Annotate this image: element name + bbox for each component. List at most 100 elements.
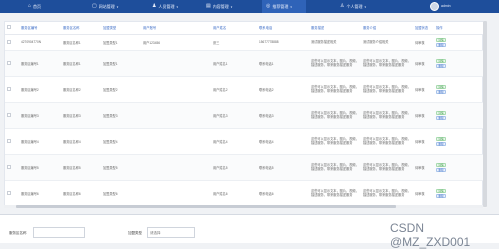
table-row: 服务区编号3 服务区名称3 加盟类型3 用户姓名3 联系电话3 这些可以显示文本，图片，视… xyxy=(5,102,484,129)
row-actions: 详情 删除 xyxy=(434,154,484,181)
delete-button[interactable]: 删除 xyxy=(436,193,446,198)
row-checkbox[interactable] xyxy=(5,128,19,155)
detail-button[interactable]: 详情 xyxy=(436,110,446,115)
table-cell: 加盟类型6 xyxy=(101,180,141,207)
table-cell: 服务区编号6 xyxy=(19,180,61,207)
table-cell xyxy=(141,154,211,181)
content-manage-icon: ▤ xyxy=(206,3,211,9)
table-row: 服务区编号5 服务区名称5 加盟类型5 用户姓名5 联系电话5 这些可以显示文本，图片，视… xyxy=(5,154,484,181)
row-checkbox[interactable] xyxy=(5,180,19,207)
table-cell: 联系电话1 xyxy=(257,50,309,77)
table-cell: 这些可以显示文本，图片，视频，描述服务，带来服务描述服务 xyxy=(309,154,361,181)
select-all-checkbox[interactable] xyxy=(5,22,19,35)
nav-item-home[interactable]: ⌂ 首页 xyxy=(24,0,54,13)
col-header: 服务区名称 xyxy=(61,22,101,35)
table-cell: 服务区编号5 xyxy=(19,154,61,181)
table-cell: 这些可以显示文本，图片，视频，描述服务，带来服务描述服务 xyxy=(361,102,413,129)
nav-item-label: 推荐管理 xyxy=(272,3,289,9)
table-cell: 这些可以显示文本，图片，视频，描述服务，带来服务描述服务 xyxy=(361,128,413,155)
table-cell: 15677778888 xyxy=(257,34,309,51)
table-cell: 服务区名称3 xyxy=(61,102,101,129)
table-row: 服务区编号2 服务区名称2 加盟类型2 用户姓名2 联系电话2 这些可以显示文本，图片，视… xyxy=(5,76,484,103)
col-header: 服务介绍 xyxy=(361,22,413,35)
table-cell: 服务区名称2 xyxy=(61,76,101,103)
row-checkbox[interactable] xyxy=(5,102,19,129)
table-row: 服务区编号4 服务区名称4 加盟类型4 用户姓名4 联系电话4 这些可以显示文本，图片，视… xyxy=(5,128,484,155)
table-cell: 加盟类型5 xyxy=(101,154,141,181)
table-cell: 待审核 xyxy=(413,180,434,207)
table-cell: 这些可以显示文本，图片，视频，描述服务，带来服务描述服务 xyxy=(309,76,361,103)
detail-button[interactable]: 详情 xyxy=(436,162,446,167)
nav-item-recommend-manage[interactable]: ◎ 推荐管理 ▾ xyxy=(262,0,306,13)
table-cell: 这些可以显示文本，图片，视频，描述服务，带来服务描述服务 xyxy=(361,76,413,103)
avatar[interactable] xyxy=(430,2,439,11)
col-header: 联系电话 xyxy=(257,22,309,35)
table-cell: 这些可以显示文本，图片，视频，描述服务，带来服务描述服务 xyxy=(361,180,413,207)
top-nav-bar: ⌂ 首页 ▢ 网站管理 ▾ ♟ 人员管理 ▾ ▤ 内容管理 ▾ ◎ 推荐管理 ▾ ♙ 个人管理 ▾ xyxy=(0,0,499,13)
delete-button[interactable]: 删除 xyxy=(436,167,446,172)
table-row: 4270904770N 服务区名称1 加盟类型1 用户123456 张三 15677778… xyxy=(5,34,484,51)
col-header: 加盟状态 xyxy=(413,22,434,35)
table-cell: 用户姓名6 xyxy=(211,180,257,207)
detail-button[interactable]: 详情 xyxy=(436,136,446,141)
nav-item-people-manage[interactable]: ♟ 人员管理 ▾ xyxy=(148,0,188,13)
table-cell: 服务区名称1 xyxy=(61,50,101,77)
row-actions: 详情 删除 xyxy=(434,128,484,155)
chevron-down-icon: ▾ xyxy=(230,4,233,9)
table-cell: 服务区编号4 xyxy=(19,128,61,155)
data-table: 服务区编号 服务区名称 加盟类型 用户账号 用户姓名 联系电话 服务描述 服务介… xyxy=(5,22,484,207)
table-cell: 加盟类型1 xyxy=(101,34,141,51)
nav-item-label: 内容管理 xyxy=(212,3,229,9)
chevron-down-icon: ▾ xyxy=(290,4,292,9)
table-cell: 联系电话5 xyxy=(257,154,309,181)
delete-button[interactable]: 删除 xyxy=(436,42,446,47)
nav-item-personal-manage[interactable]: ♙ 个人管理 ▾ xyxy=(336,0,376,13)
delete-button[interactable]: 删除 xyxy=(436,141,446,146)
detail-button[interactable]: 详情 xyxy=(436,188,446,193)
table-cell: 服务区名称1 xyxy=(61,34,101,51)
table-cell: 待审核 xyxy=(413,76,434,103)
table-cell: 待审核 xyxy=(413,154,434,181)
delete-button[interactable]: 删除 xyxy=(436,63,446,68)
table-cell: 这些可以显示文本，图片，视频，描述服务，带来服务描述服务 xyxy=(309,180,361,207)
delete-button[interactable]: 删除 xyxy=(436,89,446,94)
row-checkbox[interactable] xyxy=(5,154,19,181)
table-cell: 加盟类型1 xyxy=(101,50,141,77)
delete-button[interactable]: 删除 xyxy=(436,115,446,120)
row-checkbox[interactable] xyxy=(5,34,19,51)
detail-button[interactable]: 详情 xyxy=(436,58,446,63)
table-cell: 待审核 xyxy=(413,34,434,51)
table-cell: 服务区名称5 xyxy=(61,154,101,181)
detail-button[interactable]: 详情 xyxy=(436,84,446,89)
row-actions: 详情 删除 xyxy=(434,76,484,103)
nav-item-content-manage[interactable]: ▤ 内容管理 ▾ xyxy=(202,0,242,13)
row-checkbox[interactable] xyxy=(5,76,19,103)
table-cell: 这些可以显示文本，图片，视频，描述服务，带来服务描述服务 xyxy=(309,50,361,77)
row-checkbox[interactable] xyxy=(5,50,19,77)
table-cell: 用户姓名5 xyxy=(211,154,257,181)
vertical-scrollbar[interactable] xyxy=(483,21,487,208)
table-cell: 服务区编号2 xyxy=(19,76,61,103)
detail-button[interactable]: 详情 xyxy=(436,37,446,42)
table-cell: 加盟类型3 xyxy=(101,102,141,129)
username-label[interactable]: admin xyxy=(441,4,451,8)
type-select[interactable] xyxy=(147,227,195,238)
table-cell xyxy=(141,50,211,77)
table-row: 服务区编号1 服务区名称1 加盟类型1 用户姓名1 联系电话1 这些可以显示文本，图片，视… xyxy=(5,50,484,77)
table-cell: 联系电话3 xyxy=(257,102,309,129)
table-cell: 服务区编号1 xyxy=(19,50,61,77)
nav-item-site-manage[interactable]: ▢ 网站管理 ▾ xyxy=(88,0,128,13)
horizontal-scrollbar[interactable] xyxy=(4,205,483,208)
table-cell: 加盟类型4 xyxy=(101,128,141,155)
name-input[interactable] xyxy=(33,227,85,238)
col-header: 服务区编号 xyxy=(19,22,61,35)
col-header: 用户账号 xyxy=(141,22,211,35)
table-cell: 这些可以显示文本，图片，视频，描述服务，带来服务描述服务 xyxy=(309,102,361,129)
table-cell: 测试服务描述相关 xyxy=(309,34,361,51)
row-actions: 详情 删除 xyxy=(434,50,484,77)
row-actions: 详情 删除 xyxy=(434,102,484,129)
table-cell: 待审核 xyxy=(413,128,434,155)
table-cell: 服务区编号3 xyxy=(19,102,61,129)
table-cell xyxy=(141,102,211,129)
table-cell: 服务区名称4 xyxy=(61,128,101,155)
